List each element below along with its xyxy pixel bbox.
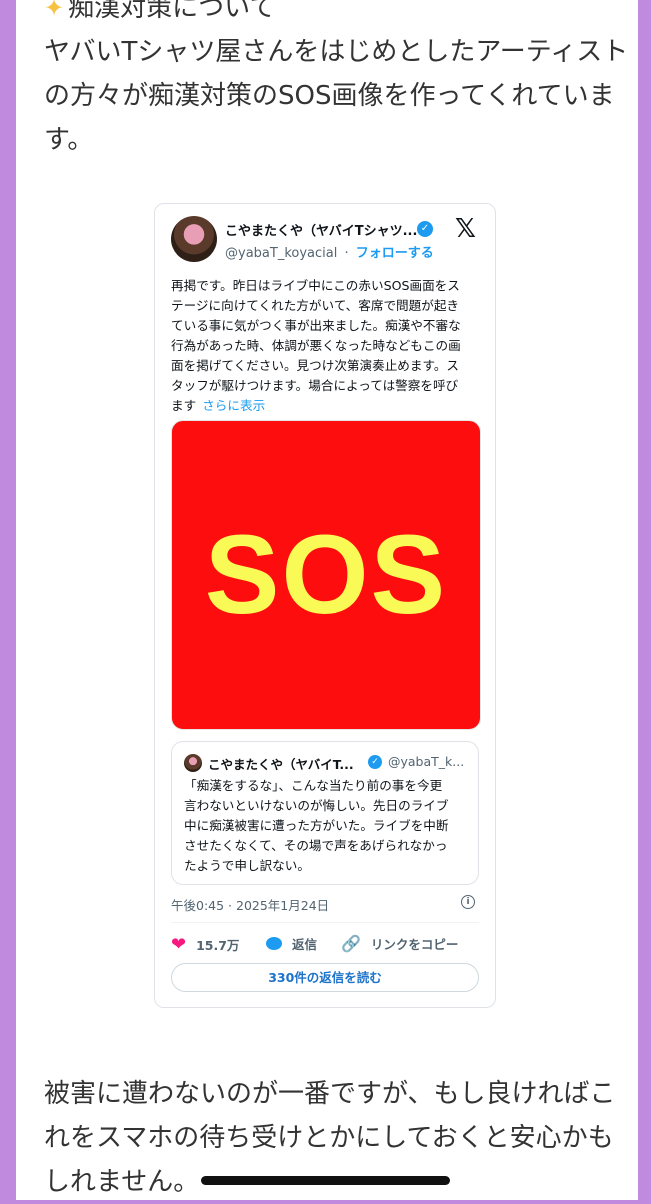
quoted-handle: @yabaT_k... (388, 754, 465, 769)
sos-image-text: SOS (204, 512, 448, 637)
show-more-link[interactable]: さらに表示 (202, 398, 265, 413)
tweet-text-line: ている事に気がつく事が出来ました。痴漢や不審な (171, 318, 461, 333)
tweet-timestamp[interactable]: 午後0:45 · 2025年1月24日 (171, 895, 329, 914)
outro-line: 被害に遭わないのが一番ですが、もし良ければこ (44, 1079, 616, 1109)
tweet-text-end: ます (171, 398, 197, 413)
quoted-text-line: 「痴漢をするな」、こんな当たり前の事を今更 (184, 778, 443, 793)
heart-icon: ❤ (171, 934, 187, 955)
quoted-text-line: たようで申し訳ない。 (184, 858, 310, 873)
heading-text: 痴漢対策について (68, 0, 276, 23)
sos-image[interactable]: SOS (171, 420, 481, 730)
tweet-text-line: テージに向けてくれた方がいて、客席で問題が起き (171, 298, 460, 313)
quoted-text-line: させたくなくて、その場で声をあげられなかっ (184, 838, 448, 853)
author-handle[interactable]: @yabaT_koyacial (225, 246, 337, 261)
reply-label: 返信 (292, 937, 318, 952)
like-button[interactable]: ❤ 15.7万 (171, 934, 239, 955)
follow-link[interactable]: フォローする (356, 246, 434, 261)
intro-text: ✦ 痴漢対策について ヤバいTシャツ屋さんをはじめとしたアーティスト の方々が痴… (44, 0, 629, 162)
quoted-author-name: こやまたくや（ヤバイT... (208, 757, 354, 772)
separator: · (344, 246, 349, 261)
section-heading: ✦ 痴漢対策について (44, 0, 624, 30)
quoted-text: 「痴漢をするな」、こんな当たり前の事を今更 言わないといけないのが悔しい。先日の… (184, 776, 474, 876)
tweet-text-last-line: ます さらに表示 (171, 396, 483, 416)
handle-row: @yabaT_koyacial · フォローする (225, 242, 434, 261)
tweet-text-line: 再掲です。昨日はライブ中にこの赤いSOS画面をス (171, 278, 460, 293)
reply-icon (266, 937, 282, 950)
read-replies-button[interactable]: 330件の返信を読む (171, 963, 479, 992)
copy-link-button[interactable]: 🔗 リンクをコピー (341, 934, 458, 953)
like-count: 15.7万 (196, 938, 240, 953)
x-logo-icon[interactable]: 𝕏 (455, 214, 476, 244)
info-icon[interactable]: i (461, 895, 475, 909)
outro-line: れをスマホの待ち受けとかにしておくと安心かも (44, 1123, 614, 1153)
intro-line: ヤバいTシャツ屋さんをはじめとしたアーティスト (44, 37, 629, 67)
tweet-text-line: 面を掲げてください。見つけ次第演奏止めます。ス (171, 358, 460, 373)
reply-button[interactable]: 返信 (266, 934, 317, 953)
avatar[interactable] (171, 216, 217, 262)
quoted-text-line: 中に痴漢被害に遭った方がいた。ライブを中断 (184, 818, 449, 833)
verified-icon: ✓ (368, 755, 382, 769)
divider (171, 922, 479, 923)
author-name[interactable]: こやまたくや（ヤバイTシャツ... (225, 220, 417, 239)
verified-icon: ✓ (417, 221, 433, 237)
quoted-text-line: 言わないといけないのが悔しい。先日のライブ (184, 798, 449, 813)
embedded-tweet[interactable]: こやまたくや（ヤバイTシャツ... ✓ 𝕏 @yabaT_koyacial · … (154, 203, 496, 1008)
home-indicator[interactable] (201, 1176, 450, 1185)
link-icon: 🔗 (341, 934, 361, 953)
quoted-tweet[interactable]: こやまたくや（ヤバイT... ✓ @yabaT_k... 「痴漢をするな」、こん… (171, 741, 479, 885)
quoted-avatar (184, 754, 202, 772)
intro-line: す。 (44, 125, 94, 155)
tweet-text-line: タッフが駆けつけます。場合によっては警察を呼び (171, 378, 459, 393)
intro-line: の方々が痴漢対策のSOS画像を作ってくれていま (44, 81, 615, 111)
sparkle-icon: ✦ (44, 0, 65, 22)
copy-link-label: リンクをコピー (370, 937, 459, 952)
tweet-text: 再掲です。昨日はライブ中にこの赤いSOS画面をス テージに向けてくれた方がいて、… (171, 276, 483, 416)
tweet-actions: ❤ 15.7万 返信 🔗 リンクをコピー (171, 934, 479, 956)
tweet-text-line: 行為があった時、体調が悪くなった時などもこの画 (171, 338, 461, 353)
